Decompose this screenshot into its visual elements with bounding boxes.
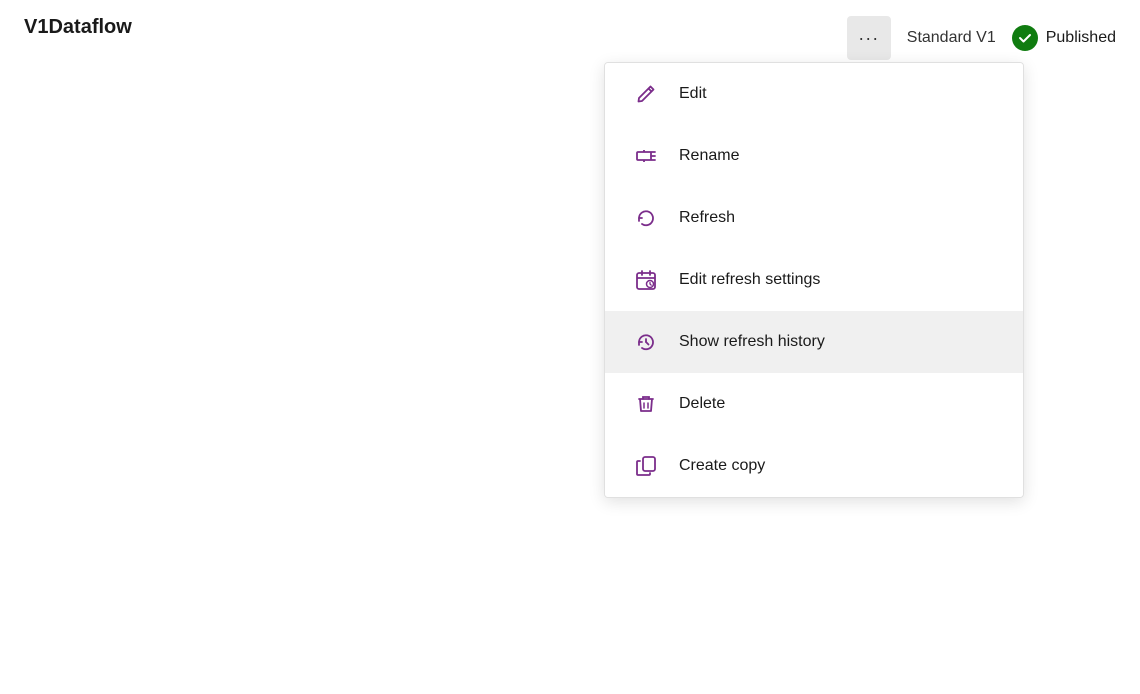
menu-item-edit-refresh-settings[interactable]: Edit refresh settings — [605, 249, 1023, 311]
dataflow-title: V1Dataflow — [24, 16, 132, 39]
context-menu: Edit Rename Refresh — [604, 62, 1024, 498]
standard-label: Standard V1 — [907, 29, 996, 47]
history-icon — [633, 329, 659, 355]
edit-refresh-settings-label: Edit refresh settings — [679, 271, 820, 289]
rename-icon — [633, 143, 659, 169]
more-options-button[interactable]: ··· — [847, 16, 891, 60]
more-dots-icon: ··· — [858, 28, 879, 49]
refresh-icon — [633, 205, 659, 231]
edit-icon — [633, 81, 659, 107]
menu-item-create-copy[interactable]: Create copy — [605, 435, 1023, 497]
menu-item-delete[interactable]: Delete — [605, 373, 1023, 435]
create-copy-label: Create copy — [679, 457, 765, 475]
rename-label: Rename — [679, 147, 739, 165]
menu-item-show-refresh-history[interactable]: Show refresh history — [605, 311, 1023, 373]
header-bar: V1Dataflow ··· Standard V1 Published — [0, 0, 1140, 55]
menu-item-edit[interactable]: Edit — [605, 63, 1023, 125]
calendar-icon — [633, 267, 659, 293]
copy-icon — [633, 453, 659, 479]
published-badge: Published — [1012, 25, 1116, 51]
delete-icon — [633, 391, 659, 417]
published-label: Published — [1046, 29, 1116, 47]
edit-label: Edit — [679, 85, 707, 103]
menu-item-refresh[interactable]: Refresh — [605, 187, 1023, 249]
published-check-icon — [1012, 25, 1038, 51]
delete-label: Delete — [679, 395, 725, 413]
refresh-label: Refresh — [679, 209, 735, 227]
menu-item-rename[interactable]: Rename — [605, 125, 1023, 187]
show-refresh-history-label: Show refresh history — [679, 333, 825, 351]
